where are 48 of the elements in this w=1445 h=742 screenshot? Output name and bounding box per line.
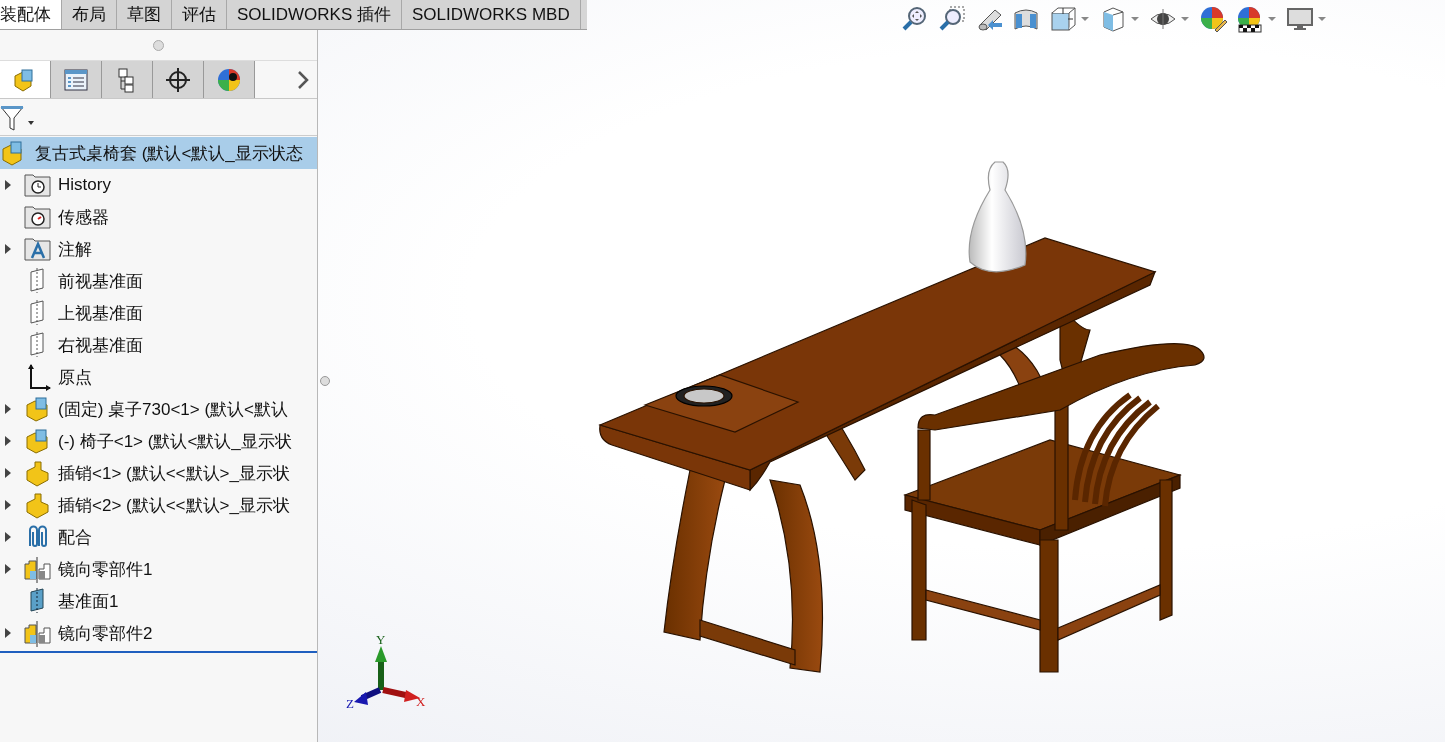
view-orientation-icon[interactable] <box>1049 5 1077 33</box>
tree-item[interactable]: 复古式桌椅套 (默认<默认_显示状态 <box>0 137 317 169</box>
expand-arrow-icon[interactable] <box>5 180 11 190</box>
tree-item[interactable]: 镜向零部件2 <box>0 617 317 649</box>
tree-item[interactable]: (-) 椅子<1> (默认<默认_显示状 <box>0 425 317 457</box>
chevron-right-icon[interactable] <box>297 69 309 90</box>
tree-item[interactable]: 插销<1> (默认<<默认>_显示状 <box>0 457 317 489</box>
mirror-components-icon <box>23 618 53 648</box>
zoom-to-fit-icon[interactable] <box>901 5 929 33</box>
tree-item[interactable]: 原点 <box>0 361 317 393</box>
panel-grip-handle[interactable] <box>153 39 164 51</box>
crosshair-icon <box>164 65 192 94</box>
tree-item[interactable]: 前视基准面 <box>0 265 317 297</box>
mirror-components-icon <box>23 554 53 584</box>
panel-tab[interactable] <box>204 61 255 98</box>
caret-icon[interactable] <box>1180 15 1190 23</box>
expand-arrow-icon[interactable] <box>5 468 11 478</box>
expand-arrow-icon[interactable] <box>5 244 11 254</box>
edit-appearance-icon[interactable] <box>1199 5 1227 33</box>
caret-icon[interactable] <box>1267 15 1277 23</box>
expand-arrow-icon[interactable] <box>5 436 11 446</box>
tree-item[interactable]: 配合 <box>0 521 317 553</box>
expand-arrow-icon[interactable] <box>5 404 11 414</box>
caret-icon[interactable] <box>1317 15 1327 23</box>
tree-item[interactable]: 镜向零部件1 <box>0 553 317 585</box>
expand-arrow-icon[interactable] <box>5 532 11 542</box>
tree-item[interactable]: 注解 <box>0 233 317 265</box>
tree-item[interactable]: 右视基准面 <box>0 329 317 361</box>
tree-item[interactable]: 插销<2> (默认<<默认>_显示状 <box>0 489 317 521</box>
splitter-handle[interactable] <box>320 376 330 386</box>
y-axis-label: Y <box>376 632 386 647</box>
tree-item[interactable]: 基准面1 <box>0 585 317 617</box>
expand-arrow-icon[interactable] <box>5 564 11 574</box>
ribbon-tab[interactable]: 装配体 <box>0 0 62 29</box>
expand-arrow-icon[interactable] <box>5 628 11 638</box>
tree-item[interactable]: (固定) 桌子730<1> (默认<默认 <box>0 393 317 425</box>
x-axis-label: X <box>416 694 426 709</box>
tree-item[interactable]: 上视基准面 <box>0 297 317 329</box>
caret-icon[interactable] <box>1130 15 1140 23</box>
monitor-icon[interactable] <box>1286 5 1314 33</box>
expand-arrow-icon[interactable] <box>5 500 11 510</box>
panel-tab[interactable] <box>153 61 204 98</box>
zoom-area-icon[interactable] <box>938 5 966 33</box>
caret-icon[interactable] <box>1080 15 1090 23</box>
tree-item[interactable]: History <box>0 169 317 201</box>
scene-icon[interactable] <box>1236 5 1264 33</box>
tree-item[interactable]: 传感器 <box>0 201 317 233</box>
z-axis-label: Z <box>346 696 354 711</box>
